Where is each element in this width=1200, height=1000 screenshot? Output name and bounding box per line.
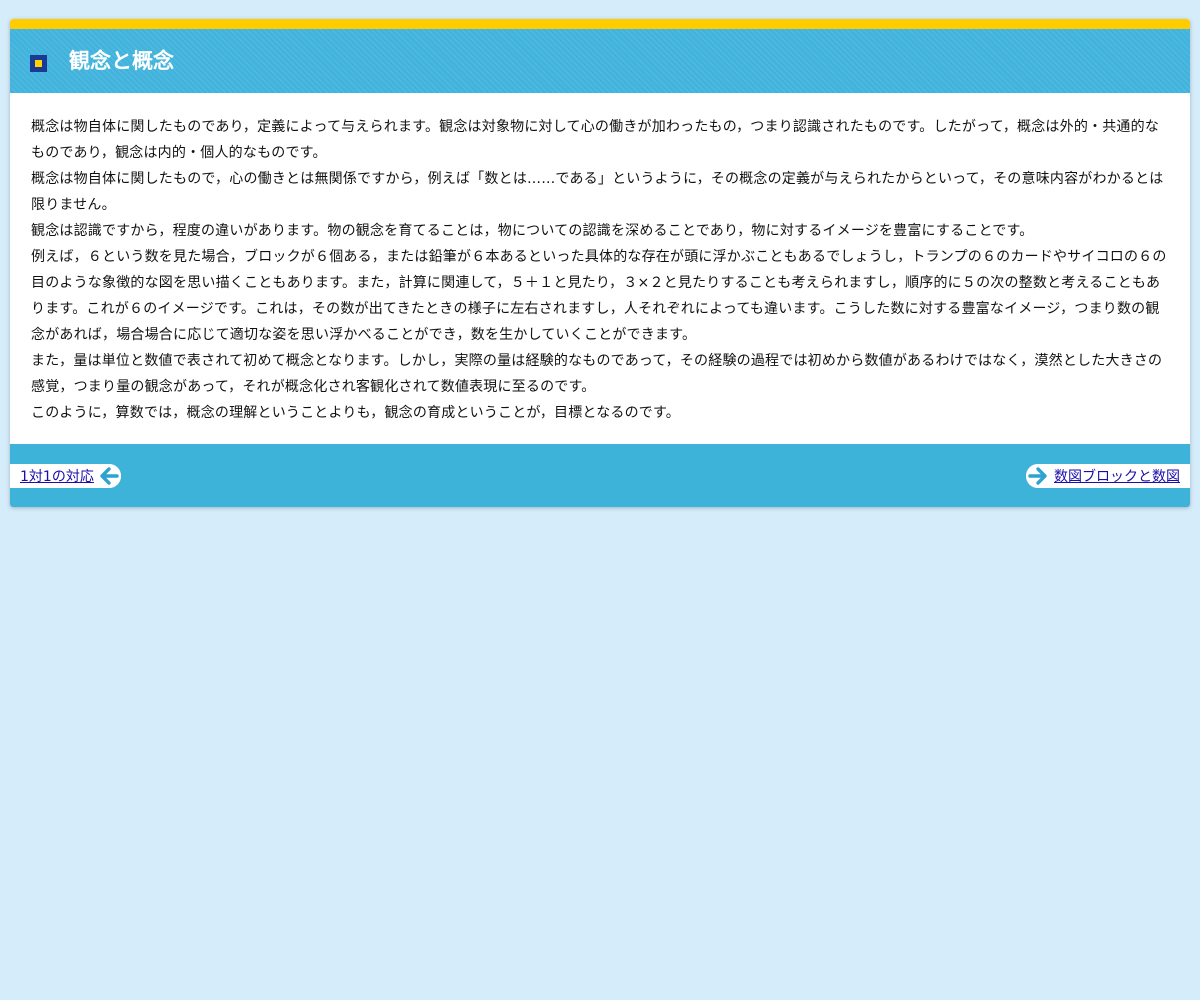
- next-page-link[interactable]: 数図ブロックと数図: [1026, 464, 1190, 488]
- square-bullet-inner: [35, 60, 42, 67]
- square-bullet-icon: [30, 55, 47, 72]
- paragraph: 概念は物自体に関したもので，心の働きとは無関係ですから，例えば「数とは……である…: [31, 171, 1164, 213]
- page-footer: 1対1の対応 数図ブロックと数図: [10, 444, 1190, 507]
- content-card: 観念と概念 概念は物自体に関したものであり，定義によって与えられます。観念は対象…: [10, 19, 1190, 507]
- prev-page-link[interactable]: 1対1の対応: [10, 464, 121, 488]
- prev-page-label: 1対1の対応: [20, 469, 94, 485]
- page-title: 観念と概念: [69, 49, 174, 73]
- paragraph: 観念は認識ですから，程度の違いがあります。物の観念を育てることは，物についての認…: [31, 223, 1034, 239]
- arrow-left-icon: [96, 464, 121, 488]
- top-accent-strip: [10, 19, 1190, 29]
- paragraph: 例えば，６という数を見た場合，ブロックが６個ある，または鉛筆が６本あるといった具…: [31, 249, 1167, 343]
- paragraph: また，量は単位と数値で表されて初めて概念となります。しかし，実際の量は経験的なも…: [31, 353, 1163, 395]
- arrow-right-icon: [1026, 464, 1050, 488]
- paragraph: このように，算数では，概念の理解ということよりも，観念の育成ということが，目標と…: [31, 405, 680, 421]
- paragraph: 概念は物自体に関したものであり，定義によって与えられます。観念は対象物に対して心…: [31, 119, 1160, 161]
- article-body: 概念は物自体に関したものであり，定義によって与えられます。観念は対象物に対して心…: [10, 93, 1190, 423]
- page-header: 観念と概念: [10, 29, 1190, 93]
- next-page-label: 数図ブロックと数図: [1054, 469, 1180, 485]
